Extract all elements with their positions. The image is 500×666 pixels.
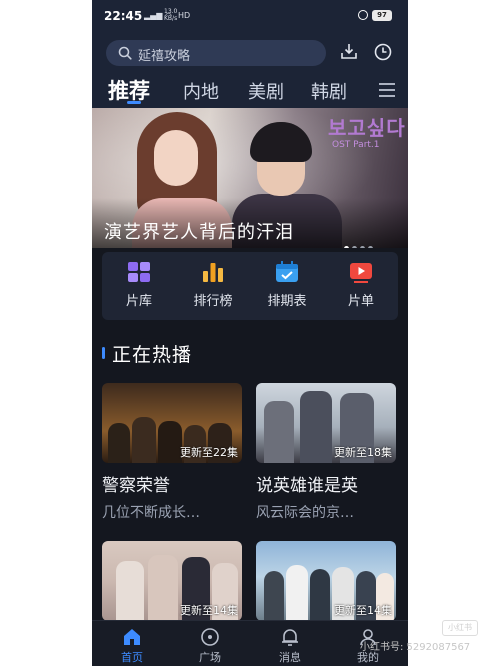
carousel-dot[interactable] bbox=[352, 246, 357, 248]
hd-badge: HD bbox=[178, 11, 191, 20]
banner-caption: 演艺界艺人背后的汗泪 bbox=[104, 222, 294, 243]
quick-label: 排行榜 bbox=[193, 294, 233, 309]
quick-library[interactable]: 片库 bbox=[102, 260, 176, 309]
show-thumbnail: 更新至14集 bbox=[102, 541, 242, 621]
show-subtitle: 风云际会的京… bbox=[256, 505, 354, 521]
show-card[interactable]: 更新至22集 警察荣誉 几位不断成长… bbox=[102, 383, 242, 522]
show-card[interactable]: 更新至14集 bbox=[102, 541, 242, 621]
show-card[interactable]: 更新至14集 bbox=[256, 541, 396, 621]
search-icon bbox=[118, 46, 132, 60]
quick-ranking[interactable]: 排行榜 bbox=[176, 260, 250, 309]
section-title: 正在热播 bbox=[112, 344, 193, 366]
tab-mainland[interactable]: 内地 bbox=[183, 78, 219, 104]
watermark-logo: 小红书 bbox=[442, 620, 478, 636]
history-icon[interactable] bbox=[374, 43, 392, 61]
poster-figure bbox=[158, 421, 182, 463]
quick-playlist[interactable]: 片单 bbox=[324, 260, 398, 309]
poster-figure bbox=[310, 569, 330, 621]
quick-label: 排期表 bbox=[267, 294, 307, 309]
episode-badge: 更新至22集 bbox=[180, 446, 238, 459]
carousel-dot[interactable] bbox=[360, 246, 365, 248]
menu-icon[interactable] bbox=[378, 82, 396, 98]
poster-figure bbox=[148, 555, 178, 621]
episode-badge: 更新至18集 bbox=[334, 446, 392, 459]
nav-home[interactable]: 首页 bbox=[102, 627, 162, 665]
show-thumbnail: 更新至22集 bbox=[102, 383, 242, 463]
carousel-dot[interactable] bbox=[344, 246, 349, 248]
watermark-text: 小红书号: 5292087567 bbox=[360, 642, 471, 653]
section-marker bbox=[102, 347, 105, 359]
category-tabs: 推荐 内地 美剧 韩剧 bbox=[92, 72, 408, 108]
quick-label: 片单 bbox=[347, 294, 374, 309]
poster-figure bbox=[108, 423, 130, 463]
top-bar: 延禧攻略 bbox=[92, 34, 408, 72]
plaza-icon bbox=[201, 628, 219, 646]
nav-plaza[interactable]: 广场 bbox=[180, 627, 240, 665]
episode-badge: 更新至14集 bbox=[180, 604, 238, 617]
search-input[interactable]: 延禧攻略 bbox=[106, 40, 326, 66]
library-icon bbox=[128, 262, 150, 282]
search-placeholder: 延禧攻略 bbox=[138, 49, 191, 64]
nav-messages[interactable]: 消息 bbox=[260, 627, 320, 665]
show-title: 警察荣誉 bbox=[102, 476, 170, 496]
banner-logo-subtitle: OST Part.1 bbox=[332, 140, 380, 150]
poster-figure bbox=[264, 401, 294, 463]
tab-us-drama[interactable]: 美剧 bbox=[248, 78, 284, 104]
episode-badge: 更新至14集 bbox=[334, 604, 392, 617]
active-tab-indicator bbox=[127, 101, 141, 104]
quick-label: 片库 bbox=[125, 294, 152, 309]
quick-access-panel: 片库 排行榜 排期表 片单 bbox=[102, 252, 398, 320]
nav-label: 首页 bbox=[121, 651, 143, 664]
playlist-icon bbox=[350, 263, 372, 283]
tab-k-drama[interactable]: 韩剧 bbox=[311, 78, 347, 104]
download-icon[interactable] bbox=[340, 42, 358, 60]
poster-figure bbox=[264, 571, 284, 621]
carousel-dots bbox=[344, 236, 376, 248]
show-card[interactable]: 更新至18集 说英雄谁是英 风云际会的京… bbox=[256, 383, 396, 522]
poster-figure bbox=[300, 391, 332, 463]
show-subtitle: 几位不断成长… bbox=[102, 505, 200, 521]
schedule-icon bbox=[276, 261, 298, 282]
poster-figure bbox=[116, 561, 144, 621]
banner-logo: 보고싶다 bbox=[328, 116, 406, 140]
home-icon bbox=[124, 629, 140, 645]
ranking-icon bbox=[203, 263, 223, 282]
banner-figure-woman-face bbox=[154, 130, 198, 186]
status-bar: 22:45 ▂▄▆ ◠ 13.0 KB/s HD 97 bbox=[92, 0, 408, 34]
show-thumbnail: 更新至18集 bbox=[256, 383, 396, 463]
poster-figure bbox=[286, 565, 308, 621]
app-screen: 22:45 ▂▄▆ ◠ 13.0 KB/s HD 97 延禧攻略 推荐 内地 美… bbox=[92, 0, 408, 666]
record-icon bbox=[358, 10, 368, 20]
featured-banner[interactable]: 보고싶다 OST Part.1 演艺界艺人背后的汗泪 bbox=[92, 108, 408, 248]
poster-figure bbox=[132, 417, 156, 463]
show-thumbnail: 更新至14集 bbox=[256, 541, 396, 621]
show-title: 说英雄谁是英 bbox=[256, 476, 358, 496]
quick-schedule[interactable]: 排期表 bbox=[250, 260, 324, 309]
status-time: 22:45 bbox=[104, 9, 143, 23]
battery-indicator: 97 bbox=[372, 10, 392, 21]
nav-label: 消息 bbox=[279, 651, 301, 664]
carousel-dot[interactable] bbox=[368, 246, 373, 248]
message-icon bbox=[282, 629, 298, 646]
nav-label: 广场 bbox=[199, 651, 221, 664]
